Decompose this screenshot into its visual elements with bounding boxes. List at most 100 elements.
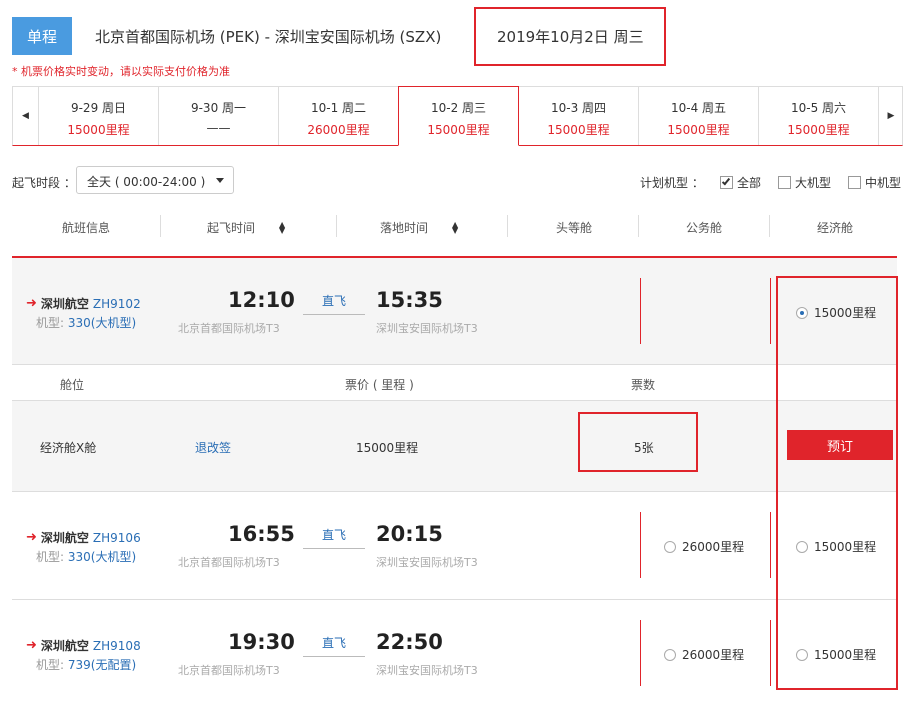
business-price-option[interactable]: 26000里程 [664,646,744,663]
airline-logo-icon: ➜ [26,530,37,545]
divider [507,215,508,237]
radio-icon[interactable] [664,540,676,553]
divider [640,278,641,344]
flight-arrow-icon [303,656,365,657]
aircraft-model: 机型: 739(无配置) [36,658,137,672]
filter-large-label: 大机型 [795,176,832,190]
ticket-count: 5张 [634,441,654,455]
economy-highlight-box [776,276,898,690]
airline-logo-icon: ➜ [26,296,37,311]
price-notice: * 机票价格实时变动，请以实际支付价格为准 [12,65,230,78]
direct-flight-label: 直飞 [322,636,347,650]
airline-name: 深圳航空 [40,297,89,311]
divider [12,599,897,600]
col-departure[interactable]: 起飞时间 ▲ ▼ [207,219,285,236]
model-filter-label: 计划机型 ： [640,176,704,190]
checkbox-icon[interactable] [778,176,791,189]
flight-number[interactable]: ZH9102 [93,297,141,311]
arrival-airport: 深圳宝安国际机场T3 [376,556,478,569]
chevron-down-icon [216,178,224,183]
divider [160,215,161,237]
business-price-option[interactable]: 26000里程 [664,538,744,555]
departure-airport: 北京首都国际机场T3 [178,322,280,335]
checkbox-checked-icon[interactable] [720,176,733,189]
flight-number[interactable]: ZH9108 [93,639,141,653]
arrival-airport: 深圳宝安国际机场T3 [376,322,478,335]
time-filter-value: 全天 ( 00:00-24:00 ) [87,175,206,189]
filter-mid[interactable]: 中机型 [848,174,901,191]
col-economy: 经济舱 [817,221,854,235]
col-arrival[interactable]: 落地时间 ▲ ▼ [380,219,458,236]
departure-airport: 北京首都国际机场T3 [178,556,280,569]
flight-arrow-icon [303,548,365,549]
time-filter-select[interactable]: 全天 ( 00:00-24:00 ) [76,166,234,194]
route-title: 北京首都国际机场 (PEK) - 深圳宝安国际机场 (SZX) [95,28,442,46]
trip-type-tab[interactable]: 单程 [12,17,72,55]
refund-link[interactable]: 退改签 [195,439,231,456]
selected-date: 2019年10月2日 周三 [497,28,644,46]
date-cell[interactable]: 10-1 周二 26000里程 [279,87,399,145]
airline-name: 深圳航空 [40,531,89,545]
aircraft-model-link[interactable]: 330(大机型) [68,316,136,330]
departure-time: 16:55 [228,522,295,546]
radio-icon[interactable] [664,648,676,661]
date-cell[interactable]: 10-3 周四 15000里程 [519,87,639,145]
date-cell-active[interactable]: 10-2 周三 15000里程 [398,86,519,146]
col-first: 头等舱 [556,221,593,235]
divider [336,215,337,237]
divider [770,620,771,686]
arrival-time: 15:35 [376,288,443,312]
divider [770,512,771,578]
flight-number[interactable]: ZH9106 [93,531,141,545]
direct-flight-label: 直飞 [322,528,347,542]
cabin-header: 舱位 [60,378,85,392]
aircraft-model-link[interactable]: 739(无配置) [68,658,136,672]
flight-airline: ➜ 深圳航空 ZH9106 [26,529,141,546]
flight-airline: ➜ 深圳航空 ZH9102 [26,295,141,312]
aircraft-model: 机型: 330(大机型) [36,316,137,330]
cabin-detail-header-bg [12,364,897,401]
flight-arrow-icon [303,314,365,315]
arrival-time: 22:50 [376,630,443,654]
divider [12,364,897,365]
departure-time: 19:30 [228,630,295,654]
filter-all[interactable]: 全部 [720,174,761,191]
filter-large[interactable]: 大机型 [778,174,831,191]
col-business: 公务舱 [686,221,723,235]
cabin-name: 经济舱X舱 [40,441,97,455]
time-filter-label: 起飞时段 ： [12,176,76,190]
divider [769,215,770,237]
filter-all-label: 全部 [737,176,762,190]
count-header: 票数 [631,378,656,392]
arrival-time: 20:15 [376,522,443,546]
date-cell[interactable]: 10-4 周五 15000里程 [639,87,759,145]
airline-name: 深圳航空 [40,639,89,653]
departure-time: 12:10 [228,288,295,312]
filter-mid-label: 中机型 [865,176,902,190]
divider [12,400,897,401]
checkbox-icon[interactable] [848,176,861,189]
col-flight-info: 航班信息 [62,221,111,235]
divider [638,215,639,237]
date-strip: ◀ 9-29 周日 15000里程 9-30 周一 —— 10-1 周二 26000里… [12,86,903,146]
divider [640,512,641,578]
divider [640,620,641,686]
aircraft-model: 机型: 330(大机型) [36,550,137,564]
departure-airport: 北京首都国际机场T3 [178,664,280,677]
price-header: 票价 ( 里程 ) [345,378,414,392]
direct-flight-label: 直飞 [322,294,347,308]
arrival-airport: 深圳宝安国际机场T3 [376,664,478,677]
prev-date-button[interactable]: ◀ [13,87,39,145]
aircraft-model-link[interactable]: 330(大机型) [68,550,136,564]
divider [770,278,771,344]
date-cell[interactable]: 9-29 周日 15000里程 [39,87,159,145]
next-date-button[interactable]: ▶ [878,87,904,145]
sort-icon[interactable]: ▲ ▼ [452,220,458,234]
flight-airline: ➜ 深圳航空 ZH9108 [26,637,141,654]
divider [12,491,897,492]
date-cell[interactable]: 9-30 周一 —— [159,87,279,145]
cabin-price: 15000里程 [356,441,419,455]
sort-icon[interactable]: ▲ ▼ [279,220,285,234]
airline-logo-icon: ➜ [26,638,37,653]
date-cell[interactable]: 10-5 周六 15000里程 [759,87,879,145]
